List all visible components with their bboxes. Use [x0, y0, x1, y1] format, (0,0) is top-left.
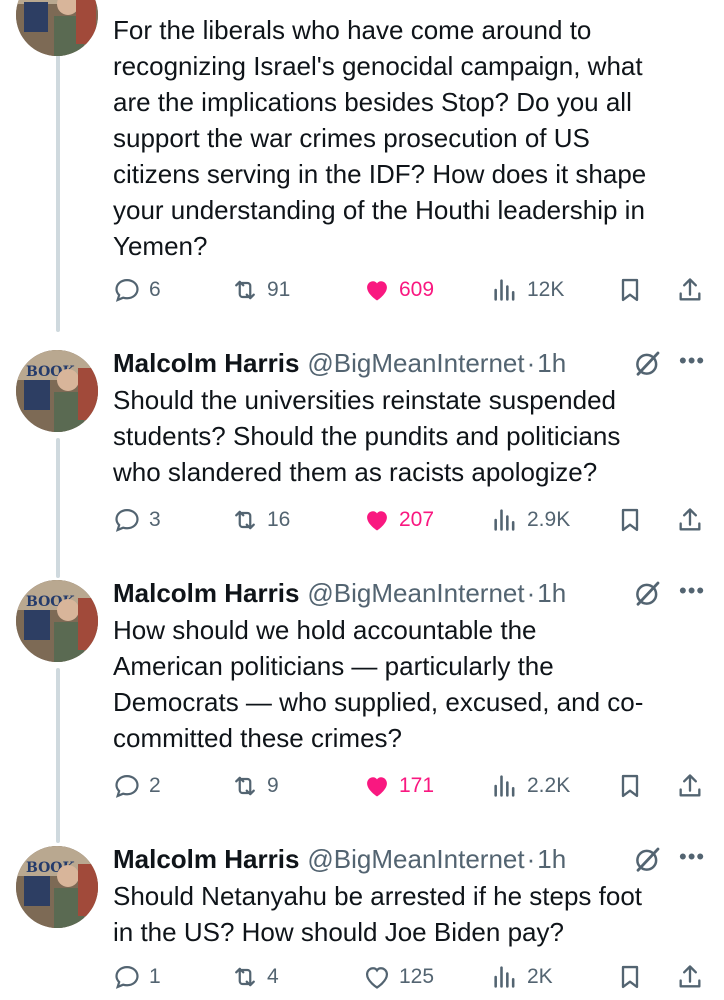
reply-count: 2 — [149, 774, 161, 797]
views-button[interactable]: 12K — [491, 270, 564, 310]
repost-count: 4 — [267, 965, 279, 988]
like-count: 125 — [399, 965, 435, 988]
reply-button[interactable]: 6 — [113, 270, 161, 310]
separator-dot: · — [526, 347, 536, 378]
reply-icon — [115, 965, 139, 989]
avatar[interactable] — [16, 0, 98, 56]
views-icon — [494, 775, 515, 797]
views-icon — [494, 966, 515, 988]
author-handle[interactable]: @BigMeanInternet — [307, 578, 524, 609]
author-handle[interactable]: @BigMeanInternet — [307, 348, 524, 379]
grok-icon[interactable] — [633, 346, 663, 380]
repost-icon — [235, 776, 255, 796]
repost-count: 9 — [267, 774, 279, 797]
reply-count: 3 — [149, 508, 161, 531]
repost-count: 91 — [267, 278, 291, 301]
tweet-actions: 3 16 207 2.9K — [113, 500, 713, 540]
separator-dot: · — [526, 577, 536, 608]
like-count: 171 — [399, 774, 435, 797]
heart-icon — [365, 967, 389, 989]
share-icon[interactable] — [676, 963, 704, 991]
views-count: 2K — [527, 965, 553, 988]
tweet-actions: 1 4 125 2K — [113, 957, 713, 997]
repost-button[interactable]: 91 — [231, 270, 290, 310]
avatar-image: BOOK — [16, 580, 98, 662]
share-icon[interactable] — [676, 772, 704, 800]
repost-icon — [235, 510, 255, 530]
share-icon[interactable] — [676, 506, 704, 534]
reply-button[interactable]: 3 — [113, 500, 161, 540]
views-count: 12K — [527, 278, 565, 301]
avatar[interactable]: BOOK — [16, 580, 98, 662]
avatar-image: BOOK — [16, 846, 98, 928]
more-icon[interactable]: ••• — [679, 348, 705, 374]
tweet-text: How should we hold accountable the Ameri… — [113, 615, 644, 753]
more-icon[interactable]: ••• — [679, 578, 705, 604]
views-button[interactable]: 2.9K — [491, 500, 570, 540]
repost-count: 16 — [267, 508, 291, 531]
bookmark-icon[interactable] — [616, 963, 644, 991]
repost-icon — [235, 280, 255, 300]
tweet[interactable]: BOOK Malcolm Harris @BigMeanInternet · 1… — [0, 344, 724, 544]
avatar-image — [16, 0, 98, 56]
heart-icon — [367, 281, 387, 301]
tweet-header: Malcolm Harris @BigMeanInternet · 1h ••• — [113, 840, 713, 878]
avatar[interactable]: BOOK — [16, 846, 98, 928]
timestamp[interactable]: 1h — [537, 578, 566, 609]
like-button[interactable]: 609 — [363, 270, 434, 310]
avatar[interactable]: BOOK — [16, 350, 98, 432]
reply-button[interactable]: 1 — [113, 957, 161, 997]
timestamp[interactable]: 1h — [537, 844, 566, 875]
bookmark-icon[interactable] — [616, 276, 644, 304]
reply-count: 1 — [149, 965, 161, 988]
reply-icon — [115, 278, 139, 302]
like-button[interactable]: 207 — [363, 500, 434, 540]
bookmark-icon[interactable] — [616, 772, 644, 800]
reply-icon — [115, 774, 139, 798]
grok-icon[interactable] — [633, 842, 663, 876]
repost-button[interactable]: 9 — [231, 766, 279, 806]
author-name[interactable]: Malcolm Harris — [113, 348, 299, 379]
views-count: 2.9K — [527, 508, 571, 531]
views-count: 2.2K — [527, 774, 571, 797]
author-name[interactable]: Malcolm Harris — [113, 844, 299, 875]
heart-icon — [367, 511, 387, 531]
reply-icon — [115, 508, 139, 532]
repost-icon — [235, 967, 255, 987]
like-count: 609 — [399, 278, 435, 301]
reply-button[interactable]: 2 — [113, 766, 161, 806]
tweet-text: Should the universities reinstate suspen… — [113, 385, 621, 487]
author-handle[interactable]: @BigMeanInternet — [307, 844, 524, 875]
tweet-text: Should Netanyahu be arrested if he steps… — [113, 881, 643, 947]
tweet[interactable]: BOOK Malcolm Harris @BigMeanInternet · 1… — [0, 574, 724, 814]
repost-button[interactable]: 16 — [231, 500, 290, 540]
grok-icon[interactable] — [633, 576, 663, 610]
tweet-header: Malcolm Harris @BigMeanInternet · 1h ••• — [113, 344, 713, 382]
reply-count: 6 — [149, 278, 161, 301]
views-button[interactable]: 2K — [491, 957, 553, 997]
like-button[interactable]: 125 — [363, 957, 434, 997]
views-icon — [494, 509, 515, 531]
views-icon — [494, 279, 515, 301]
tweet[interactable]: BOOK Malcolm Harris @BigMeanInternet · 1… — [0, 840, 724, 1000]
tweet[interactable]: For the liberals who have come around to… — [0, 0, 724, 330]
tweet-text: For the liberals who have come around to… — [113, 15, 647, 261]
share-icon[interactable] — [676, 276, 704, 304]
repost-button[interactable]: 4 — [231, 957, 279, 997]
more-icon[interactable]: ••• — [679, 844, 705, 870]
like-button[interactable]: 171 — [363, 766, 434, 806]
tweet-actions: 6 91 609 12K — [113, 270, 713, 310]
heart-icon — [367, 777, 387, 797]
tweet-header: Malcolm Harris @BigMeanInternet · 1h ••• — [113, 574, 713, 612]
avatar-image: BOOK — [16, 350, 98, 432]
author-name[interactable]: Malcolm Harris — [113, 578, 299, 609]
like-count: 207 — [399, 508, 435, 531]
bookmark-icon[interactable] — [616, 506, 644, 534]
timestamp[interactable]: 1h — [537, 348, 566, 379]
tweet-actions: 2 9 171 2.2K — [113, 766, 713, 806]
views-button[interactable]: 2.2K — [491, 766, 570, 806]
separator-dot: · — [526, 843, 536, 874]
